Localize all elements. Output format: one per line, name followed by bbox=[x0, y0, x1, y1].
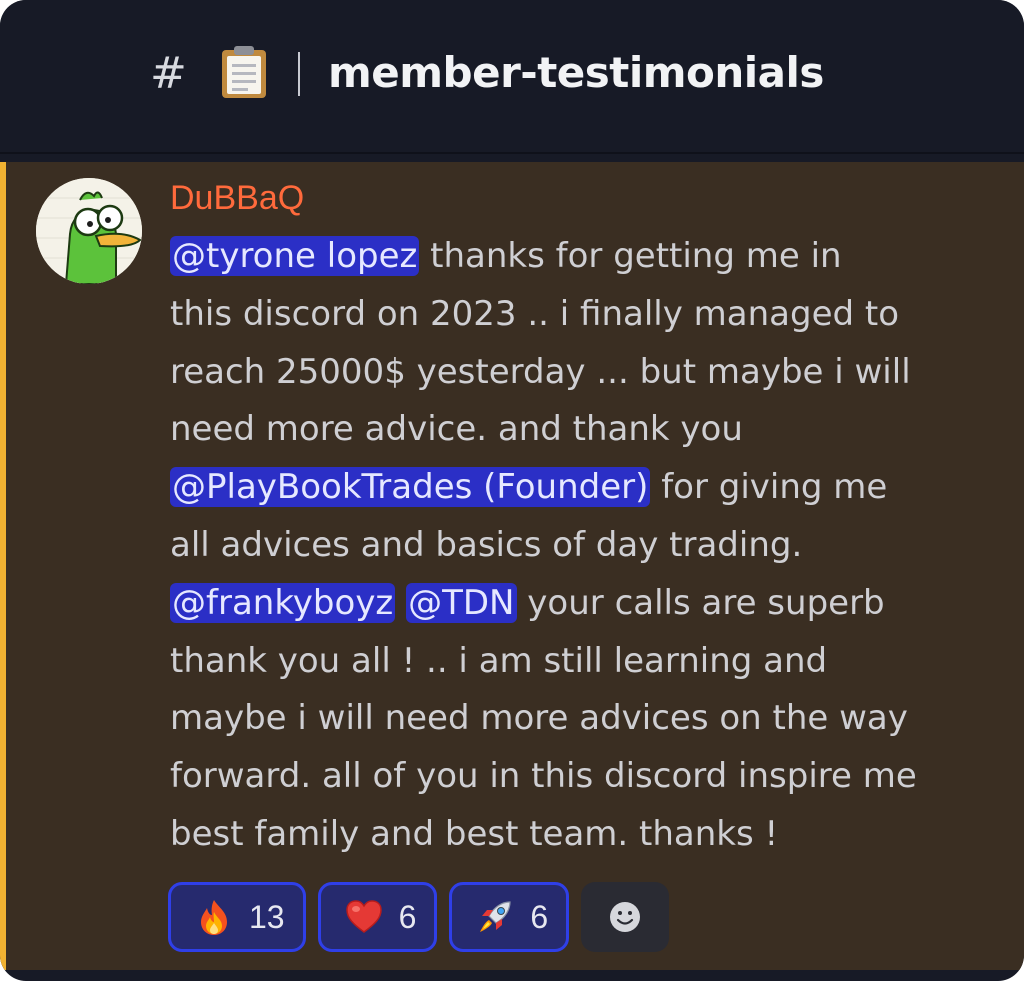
rocket-icon bbox=[480, 901, 511, 932]
reaction-fire[interactable]: 13 bbox=[168, 882, 306, 952]
message-text: thanks for getting me in bbox=[419, 236, 842, 276]
mention-frankyboyz[interactable]: @frankyboyz bbox=[170, 582, 396, 623]
fire-icon bbox=[201, 900, 227, 935]
message: DuBBaQ @tyrone lopez thanks for getting … bbox=[0, 162, 1024, 970]
message-line: thank you all ! .. i am still learning a… bbox=[170, 640, 828, 681]
message-line: this discord on 2023 .. i finally manage… bbox=[170, 293, 900, 334]
message-content: @tyrone lopez thanks for getting me in t… bbox=[170, 228, 1000, 864]
reaction-heart[interactable]: 6 bbox=[317, 882, 438, 952]
channel-header: # member-testimonials bbox=[0, 0, 1024, 154]
reaction-rocket[interactable]: 6 bbox=[449, 882, 570, 952]
channel-name[interactable]: member-testimonials bbox=[328, 40, 824, 106]
channel-hash: # bbox=[150, 48, 187, 99]
author-name[interactable]: DuBBaQ bbox=[170, 176, 304, 220]
message-line: @tyrone lopez thanks for getting me in bbox=[170, 228, 1000, 286]
message-text: your calls are superb bbox=[516, 582, 885, 623]
clipboard-icon bbox=[222, 46, 266, 98]
mention-tdn[interactable]: @TDN bbox=[406, 582, 517, 623]
header-divider bbox=[298, 52, 300, 96]
message-text: for giving me bbox=[650, 467, 888, 508]
heart-icon bbox=[345, 900, 382, 933]
message-line: all advices and basics of day trading. bbox=[170, 524, 803, 565]
discord-frame: # member-testimonials DuBBaQ @tyrone lop… bbox=[0, 0, 1024, 981]
reaction-count: 13 bbox=[249, 898, 285, 935]
message-line: @frankyboyz @TDN your calls are superb bbox=[170, 575, 1000, 633]
add-reaction-button[interactable] bbox=[581, 882, 670, 952]
reaction-count: 6 bbox=[530, 898, 549, 935]
reaction-count: 6 bbox=[398, 898, 417, 935]
message-line: forward. all of you in this discord insp… bbox=[170, 756, 917, 797]
message-line: best family and best team. thanks ! bbox=[170, 813, 779, 854]
message-line: maybe i will need more advices on the wa… bbox=[170, 698, 908, 739]
message-line: need more advice. and thank you bbox=[170, 409, 743, 450]
mention-playbooktrades[interactable]: @PlayBookTrades (Founder) bbox=[170, 467, 651, 508]
mention-tyrone-lopez[interactable]: @tyrone lopez bbox=[170, 236, 420, 276]
avatar[interactable] bbox=[36, 178, 142, 284]
message-line: reach 25000$ yesterday ... but maybe i w… bbox=[170, 351, 911, 392]
reactions-bar: 13 6 6 bbox=[168, 882, 670, 954]
smiley-icon bbox=[610, 902, 641, 932]
message-line: @PlayBookTrades (Founder) for giving me bbox=[170, 459, 1000, 517]
message-text bbox=[395, 583, 406, 623]
duck-avatar-icon bbox=[36, 178, 142, 284]
